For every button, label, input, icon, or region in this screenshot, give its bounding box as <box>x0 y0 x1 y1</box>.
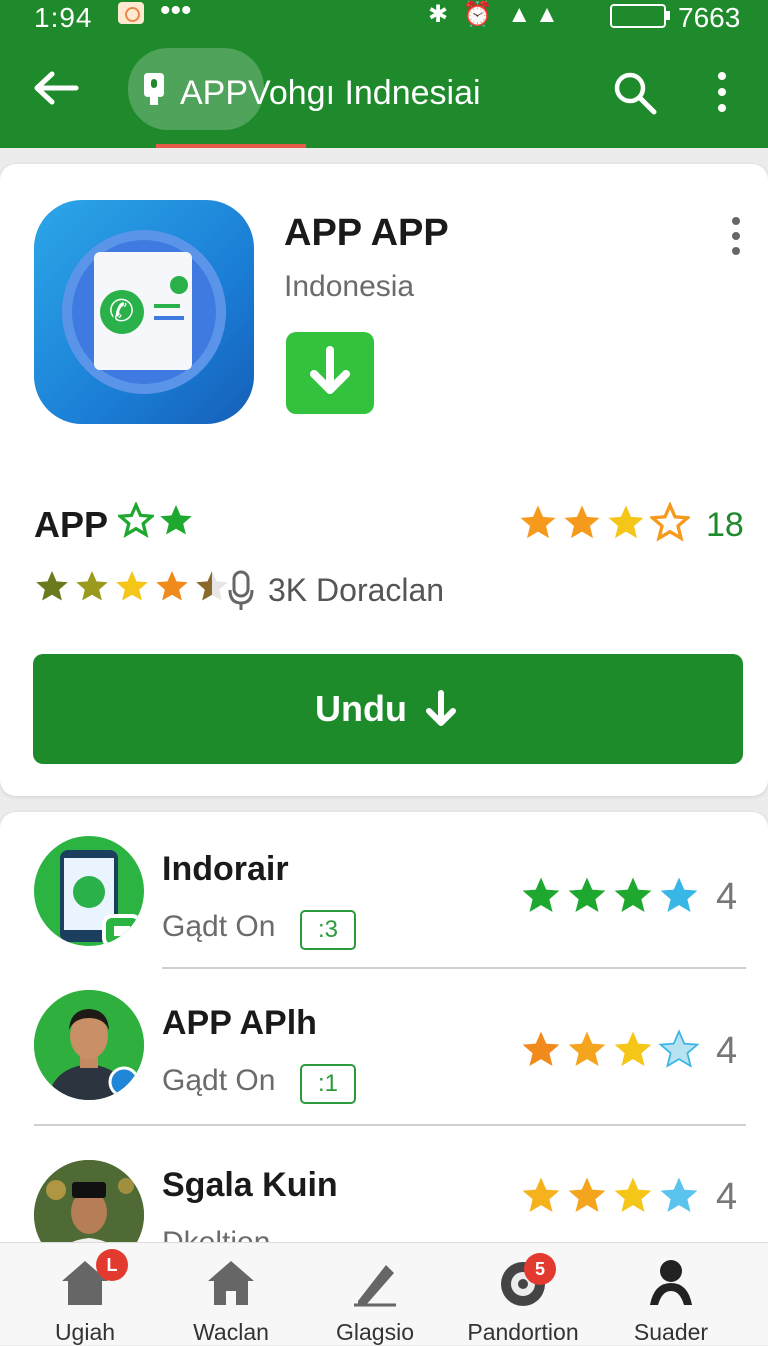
download-button[interactable]: Undu <box>33 654 743 764</box>
nav-item-pandortion[interactable]: 5 Pandortion <box>448 1243 598 1345</box>
nav-item-waclan[interactable]: Waclan <box>156 1243 306 1345</box>
list-item-stars <box>520 1174 700 1216</box>
nav-label: Pandortion <box>467 1319 579 1345</box>
list-item-name: APP APlh <box>162 1004 317 1042</box>
profile-icon <box>650 1260 692 1305</box>
star-icon <box>660 1177 698 1212</box>
app-icon-line <box>154 304 180 308</box>
battery-icon <box>610 4 670 28</box>
list-item[interactable]: Sgala Kuin Dkeltion 4 <box>0 1146 768 1252</box>
star-icon <box>568 1031 606 1066</box>
nav-item-suader[interactable]: Suader <box>596 1243 746 1345</box>
list-item-count: 4 <box>716 1030 738 1072</box>
star-icon <box>522 1177 560 1212</box>
star-icon <box>658 1029 700 1068</box>
check-icon <box>170 276 188 294</box>
nav-item-glagsio[interactable]: Glagsio <box>300 1243 450 1345</box>
app-bar: APPVohgı Indnesiai <box>0 38 768 148</box>
status-bar: 1:94 ••• ✱ ⏰ ▲▲ 7663 <box>0 0 768 38</box>
nav-label: Ugiah <box>54 1319 116 1345</box>
list-item-badge: :3 <box>300 910 356 950</box>
star-icon <box>76 571 108 601</box>
person-avatar-icon <box>34 1160 144 1252</box>
notification-badge: L <box>96 1249 128 1281</box>
list-item-count: 4 <box>716 876 738 918</box>
notification-badge: 5 <box>524 1253 556 1285</box>
rating-label: APP <box>34 504 109 545</box>
rating-stars-small <box>118 502 194 538</box>
list-item[interactable]: APP APlh Gądt On :1 4 <box>0 986 768 1136</box>
app-icon-line <box>154 316 184 320</box>
arrow-down-icon <box>425 690 456 726</box>
rating-number: 18 <box>706 506 744 544</box>
person-avatar-icon <box>34 990 144 1100</box>
list-item-stars <box>520 1028 700 1070</box>
list-item-stars <box>520 874 700 916</box>
star-icon <box>660 877 698 912</box>
star-icon <box>156 571 188 601</box>
star-icon <box>160 505 192 535</box>
location-pin-icon <box>144 73 164 105</box>
nav-label: Glagsio <box>336 1319 414 1345</box>
microphone-icon <box>228 570 254 610</box>
app-detail-card: APP APP Indonesia APP 18 3K Doraclan Und <box>0 164 768 796</box>
search-icon[interactable] <box>612 70 658 116</box>
star-icon <box>116 571 148 601</box>
app-subtitle: Indonesia <box>284 270 415 303</box>
tab-indicator <box>156 144 306 148</box>
app-avatar <box>34 836 144 946</box>
list-item-subtitle: Gądt On <box>162 910 276 943</box>
star-outline-icon <box>650 502 690 542</box>
bottom-navigation: L Ugiah Waclan Glagsio 5 Pandortion Suad… <box>0 1242 768 1345</box>
star-icon <box>614 1177 652 1212</box>
phone-app-icon <box>60 850 142 946</box>
edit-icon <box>354 1265 396 1307</box>
nav-label: Suader <box>633 1319 709 1345</box>
star-icon <box>568 1177 606 1212</box>
star-outline-icon <box>118 502 154 538</box>
rating-stars <box>518 502 690 542</box>
divider <box>34 1124 746 1126</box>
star-icon <box>522 1031 560 1066</box>
user-avatar <box>34 990 144 1100</box>
app-name: APP APP <box>284 212 449 254</box>
status-icons: ✱ ⏰ ▲▲ <box>428 1 563 28</box>
battery-text: 7663 <box>678 2 741 33</box>
star-icon <box>614 877 652 912</box>
list-item[interactable]: Indorair Gądt On :3 4 <box>0 832 768 982</box>
card-menu-icon[interactable] <box>728 216 744 256</box>
nav-label: Waclan <box>193 1319 269 1345</box>
download-count: 3K Doraclan <box>268 572 445 608</box>
download-square-button[interactable] <box>286 332 374 414</box>
star-icon <box>36 571 68 601</box>
list-item-name: Indorair <box>162 850 289 888</box>
star-icon <box>522 877 560 912</box>
app-bar-title: APPVohgı Indnesiai <box>180 74 481 112</box>
star-half-icon <box>196 571 228 601</box>
app-icon <box>34 200 254 424</box>
star-icon <box>568 877 606 912</box>
overflow-menu-icon[interactable] <box>712 70 732 114</box>
back-arrow-icon[interactable] <box>30 68 80 108</box>
more-notifications-icon: ••• <box>160 0 192 27</box>
list-item-subtitle: Gądt On <box>162 1064 276 1097</box>
star-icon <box>614 1031 652 1066</box>
star-icon <box>608 505 644 539</box>
download-arrow-icon <box>310 346 350 394</box>
status-time: 1:94 <box>34 2 93 33</box>
notification-icon <box>118 2 144 24</box>
list-item-name: Sgala Kuin <box>162 1166 338 1204</box>
user-avatar <box>34 1160 144 1252</box>
star-icon <box>564 505 600 539</box>
star-icon <box>520 505 556 539</box>
phone-icon <box>100 290 144 334</box>
related-apps-list: Indorair Gądt On :3 4 APP APlh Gądt On :… <box>0 812 768 1252</box>
review-stars <box>34 568 230 604</box>
house-icon <box>208 1261 254 1305</box>
divider <box>162 967 746 969</box>
download-button-label: Undu <box>315 688 407 729</box>
list-item-count: 4 <box>716 1176 738 1218</box>
list-item-badge: :1 <box>300 1064 356 1104</box>
nav-item-ugiah[interactable]: L Ugiah <box>10 1243 160 1345</box>
